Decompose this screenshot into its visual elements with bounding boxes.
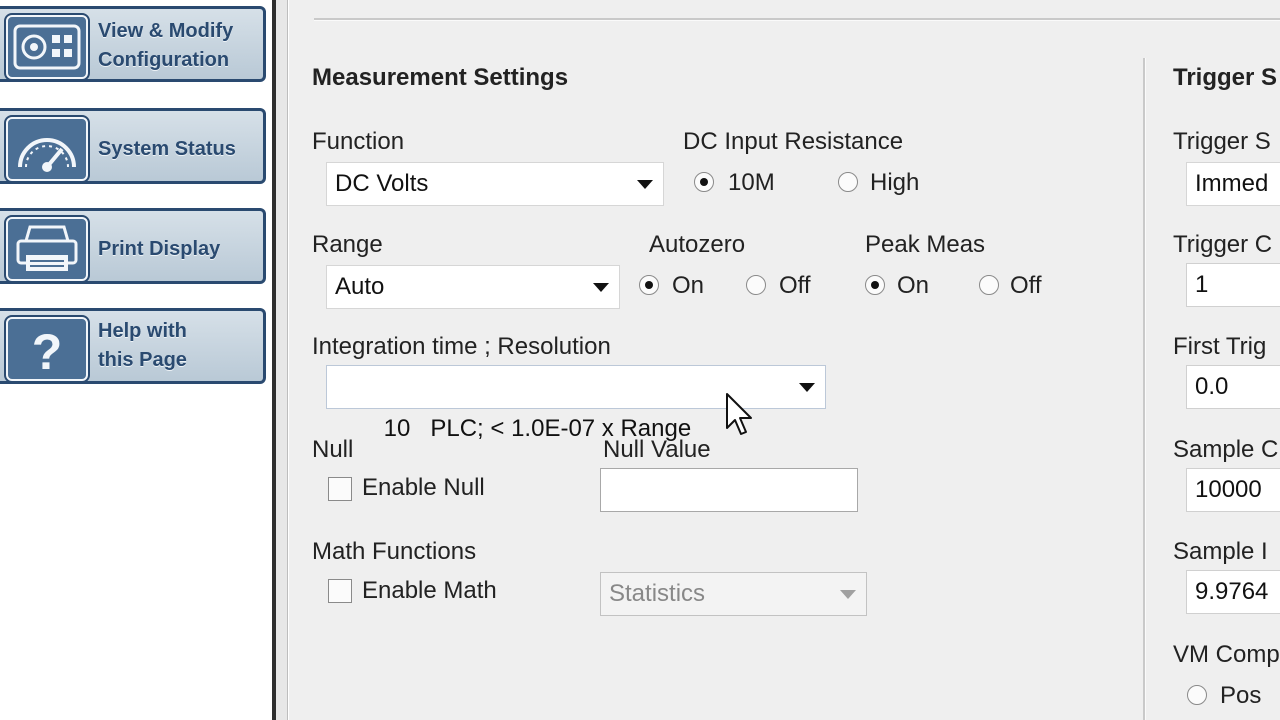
autozero-on-radio[interactable] [639,275,659,295]
configuration-icon [6,15,88,79]
chevron-down-icon [799,383,815,392]
null-value-input[interactable] [600,468,858,512]
nav-label: View & Modify Configuration [98,20,234,71]
svg-text:?: ? [32,324,63,375]
function-select[interactable]: DC Volts [326,162,664,206]
range-value: Auto [335,273,385,300]
peak-meas-label: Peak Meas [865,231,986,258]
vm-comp-label: VM Comp [1173,641,1280,668]
nav-print-display-button[interactable]: Print Display [0,208,266,284]
panel-edge [276,0,288,720]
first-trigger-delay-label: First Trig [1173,333,1267,360]
sample-count-input[interactable]: 10000 [1186,468,1280,512]
trigger-count-label: Trigger C [1173,231,1273,258]
nav-label: System Status [98,138,236,160]
range-select[interactable]: Auto [326,265,620,309]
autozero-off-radio[interactable] [746,275,766,295]
resistance-10m-radio[interactable] [694,172,714,192]
function-label: Function [312,128,405,155]
printer-icon [6,217,88,281]
trigger-settings-title: Trigger S [1173,64,1278,91]
measurement-settings-title: Measurement Settings [312,64,569,91]
enable-math-checkbox[interactable] [328,579,352,603]
enable-null-label[interactable]: Enable Null [362,474,485,502]
vm-comp-pos-label[interactable]: Pos [1220,682,1261,710]
first-trigger-delay-input[interactable]: 0.0 [1186,365,1280,409]
nav-view-modify-configuration-button[interactable]: View & Modify Configuration [0,6,266,82]
nav-label: Print Display [98,238,221,260]
vm-comp-pos-radio[interactable] [1187,685,1207,705]
math-function-value: Statistics [609,580,706,607]
peak-meas-off-label[interactable]: Off [1010,272,1042,300]
integration-time-label: Integration time ; Resolution [312,333,611,360]
peak-meas-on-radio[interactable] [865,275,885,295]
peak-meas-on-label[interactable]: On [897,272,929,300]
sample-interval-input[interactable]: 9.9764 [1186,570,1280,614]
math-function-select[interactable]: Statistics [600,572,867,616]
chevron-down-icon [840,590,856,599]
null-label: Null [312,436,354,463]
column-divider [1143,58,1146,720]
enable-null-checkbox[interactable] [328,477,352,501]
peak-meas-off-radio[interactable] [979,275,999,295]
math-functions-label: Math Functions [312,538,477,565]
resistance-10m-label[interactable]: 10M [728,169,775,197]
trigger-source-select[interactable]: Immed [1186,162,1280,206]
autozero-off-label[interactable]: Off [779,272,811,300]
dc-input-resistance-label: DC Input Resistance [683,128,904,155]
mouse-cursor-icon [726,393,752,435]
resistance-high-label[interactable]: High [870,169,919,197]
autozero-on-label[interactable]: On [672,272,704,300]
top-divider [314,18,1280,21]
nav-system-status-button[interactable]: System Status [0,108,266,184]
null-value-label: Null Value [603,436,711,463]
gauge-icon [6,117,88,181]
trigger-source-label: Trigger S [1173,128,1271,155]
enable-math-label[interactable]: Enable Math [362,577,497,605]
chevron-down-icon [637,180,653,189]
question-icon: ? [6,317,88,381]
nav-help-button[interactable]: ? Help with this Page [0,308,266,384]
range-label: Range [312,231,383,258]
trigger-count-input[interactable]: 1 [1186,263,1280,307]
sample-count-label: Sample C [1173,436,1279,463]
autozero-label: Autozero [649,231,746,258]
resistance-high-radio[interactable] [838,172,858,192]
function-value: DC Volts [335,170,429,197]
nav-sidebar: View & Modify Configuration System Statu… [0,0,272,720]
settings-panel: Measurement Settings Function DC Volts D… [289,0,1280,720]
chevron-down-icon [593,283,609,292]
trigger-source-value: Immed [1195,170,1269,197]
nav-label: Help with this Page [98,320,187,371]
sample-interval-label: Sample I [1173,538,1268,565]
